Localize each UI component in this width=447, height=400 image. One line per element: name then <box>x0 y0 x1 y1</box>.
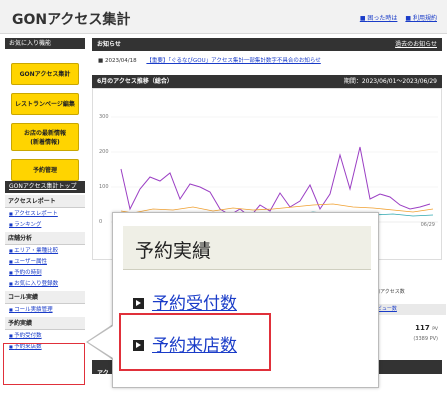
reservation-manage-button[interactable]: 予約管理 <box>11 159 79 181</box>
help-link[interactable]: 困った時は <box>360 13 397 22</box>
menu-link-ranking[interactable]: ランキング <box>5 219 85 230</box>
highlight-box-sidebar <box>3 343 85 385</box>
news-item-link[interactable]: 【重要】「ぐるなびGOU」アクセス集計一部集計数字不具合のお知らせ <box>146 58 320 64</box>
menu-link-favorites-count[interactable]: お気に入り登録数 <box>5 278 85 289</box>
favorites-heading: お気に入り機能 <box>5 38 85 49</box>
page-view-sub: (3389 PV) <box>413 336 438 342</box>
app-title: GONアクセス集計 <box>12 12 131 28</box>
callout-title: 予約実績 <box>135 240 212 262</box>
terms-link[interactable]: 利用規約 <box>405 13 437 22</box>
menu-link-call-results[interactable]: コール実績管理 <box>5 304 85 315</box>
app-header: GONアクセス集計 困った時は 利用規約 <box>0 0 447 34</box>
page-view-value: 117 PV <box>415 324 438 332</box>
menu-link-reservations-received[interactable]: 予約受付数 <box>5 330 85 341</box>
menu-section-call-results: コール実績 <box>5 291 85 304</box>
callout-link-reservations-received[interactable]: 予約受付数 <box>133 289 237 314</box>
news-date: 2023/04/18 <box>98 58 137 64</box>
menu-section-reservation-results: 予約実績 <box>5 317 85 330</box>
play-bullet-icon <box>133 298 144 309</box>
graph-period: 期間：2023/06/01～2023/06/29 <box>343 78 437 85</box>
header-links: 困った時は 利用規約 <box>360 13 437 22</box>
page-view-number: 117 <box>415 324 430 332</box>
side-menu: GONアクセス集計トップ アクセスレポート アクセスレポート ランキング 店舗分… <box>5 181 85 352</box>
menu-section-store-analysis: 店舗分析 <box>5 232 85 245</box>
menu-link-reservation-time[interactable]: 予約の時刻 <box>5 267 85 278</box>
x-end-label: 06/29 <box>420 222 435 228</box>
menu-section-access-report: アクセスレポート <box>5 195 85 208</box>
news-label: お知らせ <box>97 41 121 48</box>
bottom-section-label: アク <box>97 370 109 377</box>
past-news-link[interactable]: 過去のお知らせ <box>395 38 437 51</box>
latest-info-label: お店の最新情報 (新着情報) <box>23 130 66 146</box>
latest-info-button[interactable]: お店の最新情報 (新着情報) <box>11 123 79 151</box>
menu-link-user-attributes[interactable]: ユーザー属性 <box>5 256 85 267</box>
popup-tail <box>88 326 113 358</box>
menu-link-access-report[interactable]: アクセスレポート <box>5 208 85 219</box>
callout-link-label: 予約受付数 <box>152 294 237 314</box>
graph-label: 6月のアクセス推移（総合） <box>97 78 173 85</box>
news-bar: お知らせ 過去のお知らせ <box>92 38 442 51</box>
series-purple-line <box>120 146 431 218</box>
gon-access-button[interactable]: GONアクセス集計 <box>11 63 79 85</box>
menu-link-area-compare[interactable]: エリア・業種比較 <box>5 245 85 256</box>
graph-bar: 6月のアクセス推移（総合） 期間：2023/06/01～2023/06/29 <box>92 75 442 88</box>
highlight-box-callout <box>119 313 271 371</box>
menu-top-link[interactable]: GONアクセス集計トップ <box>5 181 85 193</box>
news-row: 2023/04/18 【重要】「ぐるなびGOU」アクセス集計一部集計数字不具合の… <box>92 51 442 71</box>
callout-header: 予約実績 <box>123 226 371 270</box>
restaurant-page-edit-button[interactable]: レストランページ編集 <box>11 93 79 115</box>
page-view-unit: PV <box>432 327 438 332</box>
